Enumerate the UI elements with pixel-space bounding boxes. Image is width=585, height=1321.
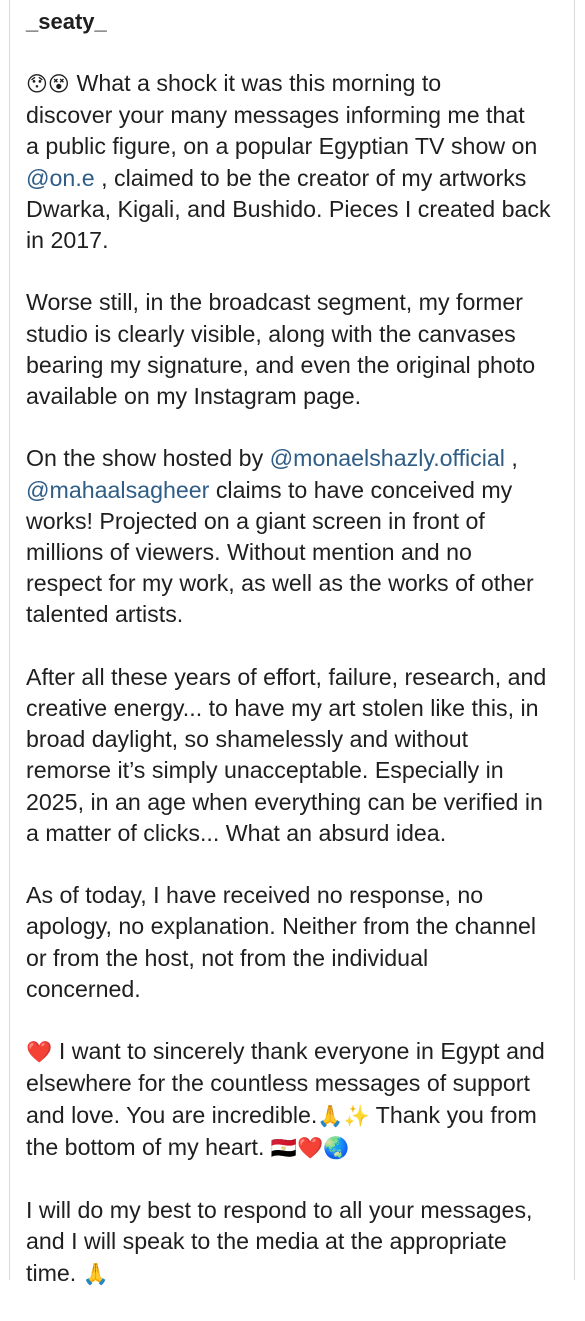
emoji-icon: 🙏✨ xyxy=(317,1103,370,1128)
caption-text: Worse still, in the broadcast segment, m… xyxy=(26,289,536,410)
mention-link[interactable]: @mahaalsagheer xyxy=(26,477,209,503)
caption-body: 😯😵 What a shock it was this morning to d… xyxy=(26,68,572,1290)
caption-paragraph: 😯😵 What a shock it was this morning to d… xyxy=(26,68,572,256)
caption-paragraph: On the show hosted by @monaelshazly.offi… xyxy=(26,443,572,630)
caption-text: After all these years of effort, failure… xyxy=(26,663,547,846)
caption-paragraph: As of today, I have received no response… xyxy=(26,880,572,1005)
emoji-icon: 🇪🇬❤️🌏 xyxy=(270,1135,350,1160)
caption-paragraph: Worse still, in the broadcast segment, m… xyxy=(26,287,572,412)
post-caption: _seaty_ 😯😵 What a shock it was this morn… xyxy=(26,0,572,1321)
caption-text: As of today, I have received no response… xyxy=(26,882,537,1002)
mention-link[interactable]: @on.e xyxy=(26,165,95,191)
emoji-icon: ❤️ xyxy=(26,1040,59,1065)
caption-text: What a shock it was this morning to disc… xyxy=(26,70,538,160)
caption-text: On the show hosted by xyxy=(26,445,270,472)
post-username[interactable]: _seaty_ xyxy=(26,8,572,36)
emoji-icon: 😯😵 xyxy=(26,72,77,96)
caption-text: , xyxy=(511,445,518,472)
caption-paragraph: After all these years of effort, failure… xyxy=(26,662,572,849)
caption-text: , claimed to be the creator of my artwor… xyxy=(26,164,551,254)
mention-link[interactable]: @monaelshazly.official xyxy=(270,445,505,471)
emoji-icon: 🙏 xyxy=(82,1261,109,1286)
caption-paragraph: ❤️ I want to sincerely thank everyone in… xyxy=(26,1036,572,1164)
caption-paragraph: I will do my best to respond to all your… xyxy=(26,1195,572,1290)
